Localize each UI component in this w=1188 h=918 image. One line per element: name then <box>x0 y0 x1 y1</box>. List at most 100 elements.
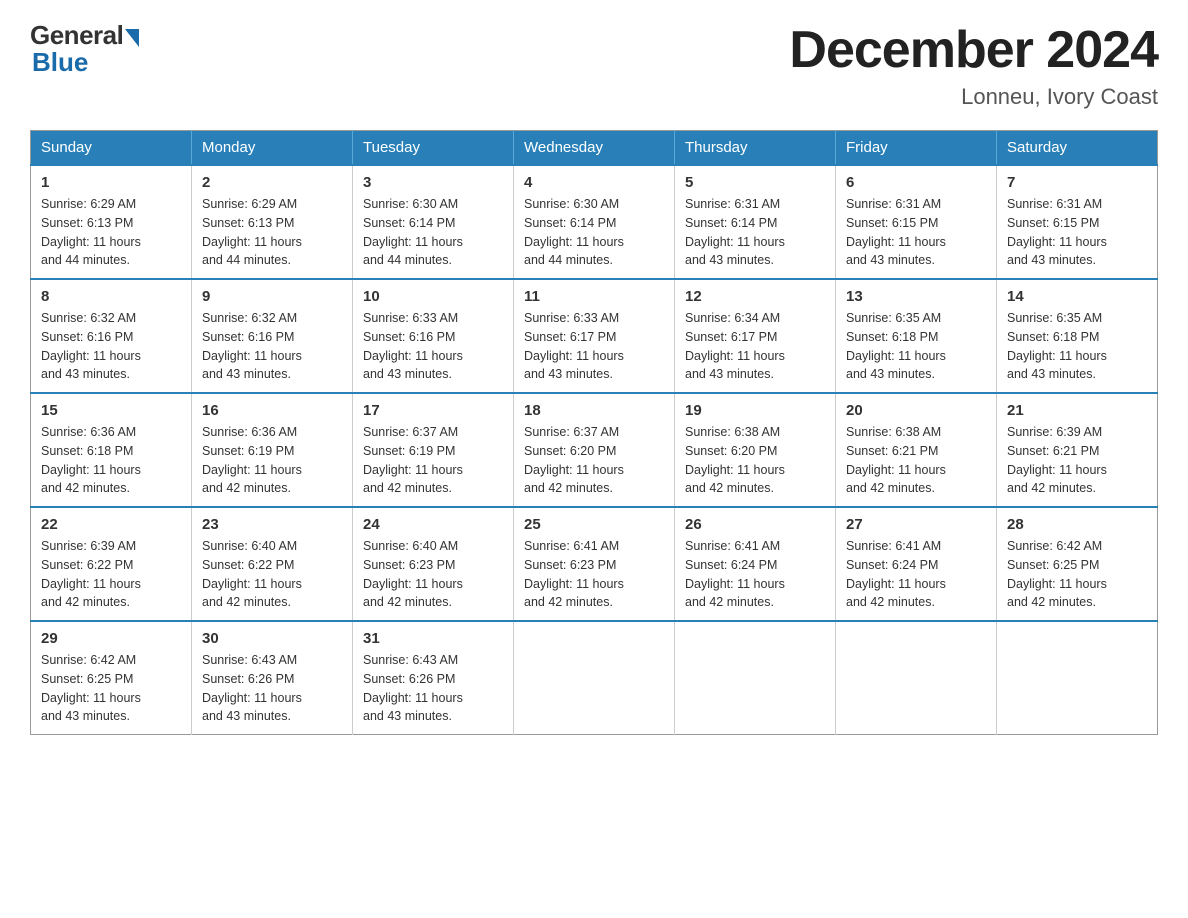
day-info: Sunrise: 6:29 AMSunset: 6:13 PMDaylight:… <box>41 195 181 270</box>
day-info: Sunrise: 6:40 AMSunset: 6:22 PMDaylight:… <box>202 537 342 612</box>
day-info: Sunrise: 6:35 AMSunset: 6:18 PMDaylight:… <box>1007 309 1147 384</box>
calendar-cell: 4 Sunrise: 6:30 AMSunset: 6:14 PMDaylight… <box>514 165 675 279</box>
day-info: Sunrise: 6:31 AMSunset: 6:14 PMDaylight:… <box>685 195 825 270</box>
day-number: 18 <box>524 402 664 419</box>
day-info: Sunrise: 6:32 AMSunset: 6:16 PMDaylight:… <box>202 309 342 384</box>
calendar-cell <box>836 621 997 735</box>
day-info: Sunrise: 6:43 AMSunset: 6:26 PMDaylight:… <box>202 651 342 726</box>
calendar-cell <box>514 621 675 735</box>
day-info: Sunrise: 6:41 AMSunset: 6:24 PMDaylight:… <box>846 537 986 612</box>
day-number: 17 <box>363 402 503 419</box>
calendar-cell: 24Sunrise: 6:40 AMSunset: 6:23 PMDayligh… <box>353 507 514 621</box>
day-number: 11 <box>524 288 664 305</box>
calendar-cell <box>997 621 1158 735</box>
column-header-sunday: Sunday <box>31 131 192 166</box>
calendar-cell: 10Sunrise: 6:33 AMSunset: 6:16 PMDayligh… <box>353 279 514 393</box>
logo-blue-text: Blue <box>30 47 88 78</box>
day-info: Sunrise: 6:38 AMSunset: 6:21 PMDaylight:… <box>846 423 986 498</box>
day-number: 4 <box>524 174 664 191</box>
day-number: 9 <box>202 288 342 305</box>
column-header-thursday: Thursday <box>675 131 836 166</box>
calendar-cell: 30Sunrise: 6:43 AMSunset: 6:26 PMDayligh… <box>192 621 353 735</box>
day-info: Sunrise: 6:31 AMSunset: 6:15 PMDaylight:… <box>1007 195 1147 270</box>
day-number: 31 <box>363 630 503 647</box>
calendar-cell: 31Sunrise: 6:43 AMSunset: 6:26 PMDayligh… <box>353 621 514 735</box>
day-info: Sunrise: 6:34 AMSunset: 6:17 PMDaylight:… <box>685 309 825 384</box>
calendar-cell: 16Sunrise: 6:36 AMSunset: 6:19 PMDayligh… <box>192 393 353 507</box>
calendar-cell: 22 Sunrise: 6:39 AMSunset: 6:22 PMDayligh… <box>31 507 192 621</box>
day-info: Sunrise: 6:36 AMSunset: 6:19 PMDaylight:… <box>202 423 342 498</box>
title-section: December 2024 Lonneu, Ivory Coast <box>789 20 1158 110</box>
day-number: 21 <box>1007 402 1147 419</box>
calendar-cell: 5 Sunrise: 6:31 AMSunset: 6:14 PMDaylight… <box>675 165 836 279</box>
calendar-week-row: 29 Sunrise: 6:42 AMSunset: 6:25 PMDayligh… <box>31 621 1158 735</box>
day-info: Sunrise: 6:32 AMSunset: 6:16 PMDaylight:… <box>41 309 181 384</box>
day-info: Sunrise: 6:42 AMSunset: 6:25 PMDaylight:… <box>1007 537 1147 612</box>
day-info: Sunrise: 6:37 AMSunset: 6:20 PMDaylight:… <box>524 423 664 498</box>
day-number: 29 <box>41 630 181 647</box>
day-number: 23 <box>202 516 342 533</box>
day-info: Sunrise: 6:30 AMSunset: 6:14 PMDaylight:… <box>363 195 503 270</box>
logo-arrow-icon <box>125 29 139 47</box>
calendar-cell: 7 Sunrise: 6:31 AMSunset: 6:15 PMDaylight… <box>997 165 1158 279</box>
day-info: Sunrise: 6:41 AMSunset: 6:23 PMDaylight:… <box>524 537 664 612</box>
day-info: Sunrise: 6:38 AMSunset: 6:20 PMDaylight:… <box>685 423 825 498</box>
day-number: 12 <box>685 288 825 305</box>
calendar-cell: 20 Sunrise: 6:38 AMSunset: 6:21 PMDayligh… <box>836 393 997 507</box>
calendar-cell: 27 Sunrise: 6:41 AMSunset: 6:24 PMDayligh… <box>836 507 997 621</box>
calendar-cell: 11Sunrise: 6:33 AMSunset: 6:17 PMDayligh… <box>514 279 675 393</box>
calendar-cell: 14 Sunrise: 6:35 AMSunset: 6:18 PMDayligh… <box>997 279 1158 393</box>
calendar-week-row: 1 Sunrise: 6:29 AMSunset: 6:13 PMDaylight… <box>31 165 1158 279</box>
day-info: Sunrise: 6:42 AMSunset: 6:25 PMDaylight:… <box>41 651 181 726</box>
calendar-cell: 15 Sunrise: 6:36 AMSunset: 6:18 PMDayligh… <box>31 393 192 507</box>
day-number: 3 <box>363 174 503 191</box>
day-number: 22 <box>41 516 181 533</box>
day-number: 1 <box>41 174 181 191</box>
calendar-week-row: 8 Sunrise: 6:32 AMSunset: 6:16 PMDaylight… <box>31 279 1158 393</box>
calendar-cell: 17 Sunrise: 6:37 AMSunset: 6:19 PMDayligh… <box>353 393 514 507</box>
day-info: Sunrise: 6:39 AMSunset: 6:21 PMDaylight:… <box>1007 423 1147 498</box>
calendar-cell: 3 Sunrise: 6:30 AMSunset: 6:14 PMDaylight… <box>353 165 514 279</box>
column-header-friday: Friday <box>836 131 997 166</box>
day-number: 27 <box>846 516 986 533</box>
calendar-cell: 28 Sunrise: 6:42 AMSunset: 6:25 PMDayligh… <box>997 507 1158 621</box>
calendar-cell: 18 Sunrise: 6:37 AMSunset: 6:20 PMDayligh… <box>514 393 675 507</box>
day-number: 2 <box>202 174 342 191</box>
day-number: 20 <box>846 402 986 419</box>
calendar-table: SundayMondayTuesdayWednesdayThursdayFrid… <box>30 130 1158 735</box>
calendar-cell: 21 Sunrise: 6:39 AMSunset: 6:21 PMDayligh… <box>997 393 1158 507</box>
day-number: 26 <box>685 516 825 533</box>
calendar-cell <box>675 621 836 735</box>
calendar-cell: 29 Sunrise: 6:42 AMSunset: 6:25 PMDayligh… <box>31 621 192 735</box>
calendar-cell: 19 Sunrise: 6:38 AMSunset: 6:20 PMDayligh… <box>675 393 836 507</box>
day-number: 7 <box>1007 174 1147 191</box>
calendar-cell: 12 Sunrise: 6:34 AMSunset: 6:17 PMDayligh… <box>675 279 836 393</box>
day-number: 8 <box>41 288 181 305</box>
day-info: Sunrise: 6:37 AMSunset: 6:19 PMDaylight:… <box>363 423 503 498</box>
day-number: 28 <box>1007 516 1147 533</box>
calendar-cell: 8 Sunrise: 6:32 AMSunset: 6:16 PMDaylight… <box>31 279 192 393</box>
day-number: 25 <box>524 516 664 533</box>
day-info: Sunrise: 6:36 AMSunset: 6:18 PMDaylight:… <box>41 423 181 498</box>
day-number: 5 <box>685 174 825 191</box>
column-header-monday: Monday <box>192 131 353 166</box>
calendar-cell: 9 Sunrise: 6:32 AMSunset: 6:16 PMDaylight… <box>192 279 353 393</box>
day-info: Sunrise: 6:31 AMSunset: 6:15 PMDaylight:… <box>846 195 986 270</box>
day-number: 15 <box>41 402 181 419</box>
calendar-header-row: SundayMondayTuesdayWednesdayThursdayFrid… <box>31 131 1158 166</box>
day-info: Sunrise: 6:30 AMSunset: 6:14 PMDaylight:… <box>524 195 664 270</box>
calendar-cell: 2Sunrise: 6:29 AMSunset: 6:13 PMDaylight… <box>192 165 353 279</box>
calendar-cell: 13Sunrise: 6:35 AMSunset: 6:18 PMDayligh… <box>836 279 997 393</box>
day-info: Sunrise: 6:35 AMSunset: 6:18 PMDaylight:… <box>846 309 986 384</box>
calendar-cell: 23 Sunrise: 6:40 AMSunset: 6:22 PMDayligh… <box>192 507 353 621</box>
day-number: 6 <box>846 174 986 191</box>
day-info: Sunrise: 6:41 AMSunset: 6:24 PMDaylight:… <box>685 537 825 612</box>
page-header: General Blue December 2024 Lonneu, Ivory… <box>30 20 1158 110</box>
day-number: 14 <box>1007 288 1147 305</box>
calendar-cell: 6 Sunrise: 6:31 AMSunset: 6:15 PMDaylight… <box>836 165 997 279</box>
day-number: 10 <box>363 288 503 305</box>
calendar-cell: 25 Sunrise: 6:41 AMSunset: 6:23 PMDayligh… <box>514 507 675 621</box>
calendar-week-row: 22 Sunrise: 6:39 AMSunset: 6:22 PMDayligh… <box>31 507 1158 621</box>
day-number: 19 <box>685 402 825 419</box>
day-info: Sunrise: 6:39 AMSunset: 6:22 PMDaylight:… <box>41 537 181 612</box>
